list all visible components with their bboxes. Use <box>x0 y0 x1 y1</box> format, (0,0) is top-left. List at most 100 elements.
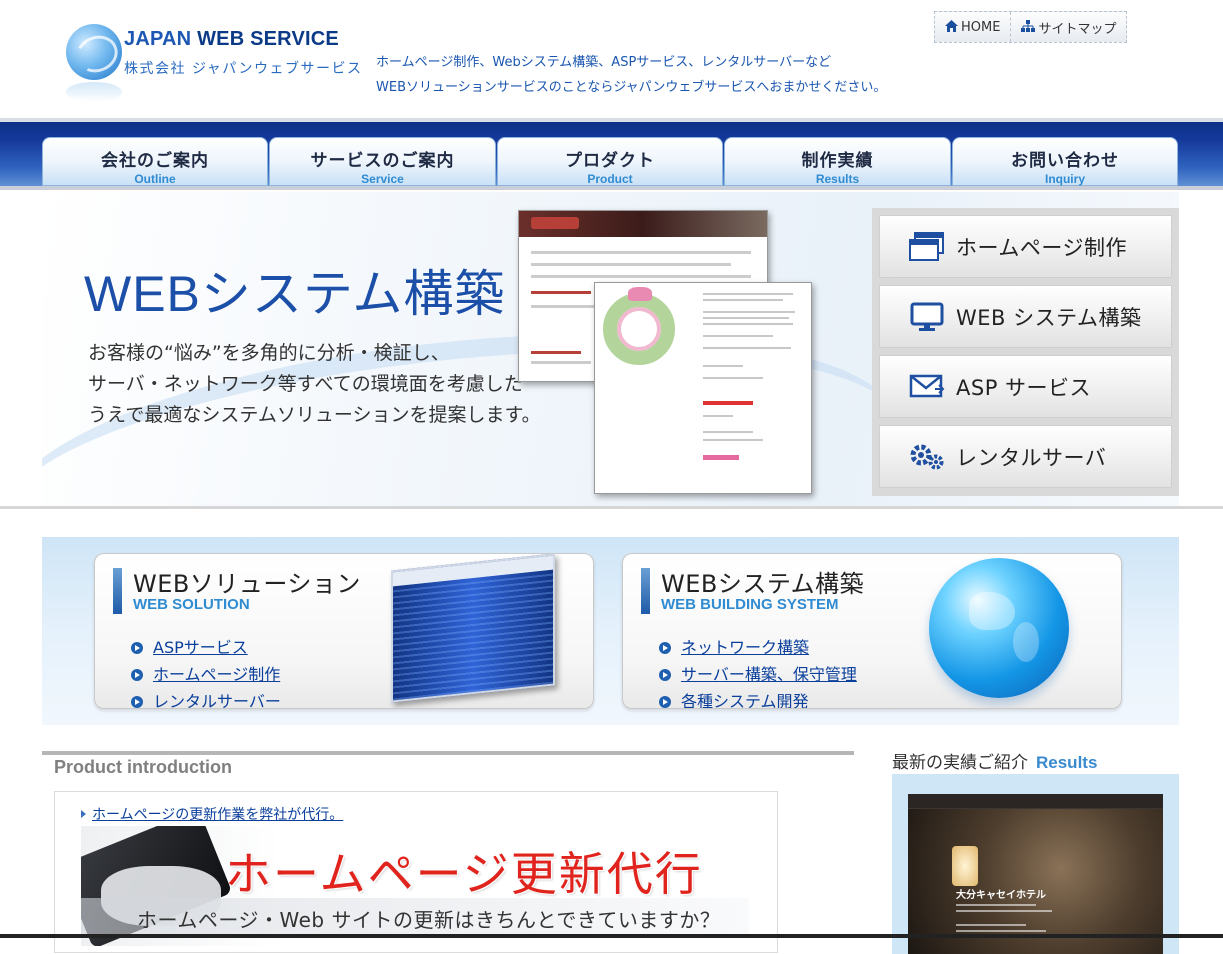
list-item: ホームページ制作 <box>131 661 281 688</box>
arrow-bullet-icon <box>131 641 143 654</box>
link-system-development[interactable]: 各種システム開発 <box>681 688 809 708</box>
side-button-label: ASP サービス <box>956 375 1092 400</box>
hero-description-line: お客様の“悩み”を多角的に分析・検証し、 <box>88 342 450 364</box>
triangle-bullet-icon <box>81 810 86 818</box>
list-item: レンタルサーバー <box>131 688 281 708</box>
main-nav-bar: 会社のご案内 Outline サービスのご案内 Service プロダクト Pr… <box>0 118 1223 190</box>
link-network-construction[interactable]: ネットワーク構築 <box>681 634 809 661</box>
hero-description-line: うえで最適なシステムソリューションを提案します。 <box>88 404 541 426</box>
site-logo[interactable]: JAPAN WEB SERVICE 株式会社 ジャパンウェブサービス <box>66 24 361 102</box>
list-item: ASPサービス <box>131 634 281 661</box>
nav-tab-label: お問い合わせ <box>1011 151 1119 171</box>
logo-globe-icon <box>66 24 122 80</box>
list-item: 各種システム開発 <box>659 688 857 708</box>
side-button-rental-server[interactable]: レンタルサーバ <box>879 425 1172 488</box>
results-screenshot-title: 大分キャセイホテル <box>956 890 1046 901</box>
nav-tab-outline[interactable]: 会社のご案内 Outline <box>42 137 268 186</box>
window-bottom-edge <box>0 934 1223 938</box>
nav-tab-sublabel: Inquiry <box>1044 172 1085 186</box>
tagline-line-2: WEBソリューションサービスのことならジャパンウェブサービスへおまかせください。 <box>376 80 887 95</box>
side-button-homepage[interactable]: ホームページ制作 <box>879 215 1172 278</box>
nav-tab-sublabel: Service <box>361 172 404 186</box>
product-box: ホームページの更新作業を弊社が代行。 ホームページ更新代行 ホームページ・Web… <box>54 791 778 953</box>
code-screen-illustration <box>391 554 555 703</box>
hotel-room-image <box>908 809 1163 954</box>
monitor-icon <box>908 302 946 332</box>
section-divider <box>0 506 1223 509</box>
site-tagline: ホームページ制作、Webシステム構築、ASPサービス、レンタルサーバーなど WE… <box>376 50 886 100</box>
utility-nav: HOME サイトマップ <box>934 11 1128 43</box>
sitemap-link-label: サイトマップ <box>1038 21 1117 37</box>
sitemap-link[interactable]: サイトマップ <box>1011 12 1126 42</box>
service-side-menu: ホームページ制作 WEB システム構築 ASP サービス レンタルサーバ <box>872 208 1179 496</box>
mail-icon <box>908 373 946 401</box>
homepage-update-banner[interactable]: ホームページ更新代行 ホームページ・Web サイトの更新はきちんとできていますか… <box>81 826 749 946</box>
card-marker <box>113 568 122 614</box>
side-button-label: レンタルサーバ <box>956 445 1107 470</box>
wreath-image <box>603 293 675 365</box>
hero-description: お客様の“悩み”を多角的に分析・検証し、 サーバ・ネットワーク等すべての環境面を… <box>88 338 541 431</box>
banner-subtitle: ホームページ・Web サイトの更新はきちんとできていますか？ <box>137 908 721 932</box>
logo-reflection <box>66 82 122 102</box>
logo-english-name: JAPAN WEB SERVICE <box>124 28 339 50</box>
logo-japanese-name: 株式会社 ジャパンウェブサービス <box>124 61 363 77</box>
solutions-band: WEBソリューション WEB SOLUTION ASPサービス ホームページ制作… <box>42 537 1179 725</box>
product-section-header: Product introduction <box>42 751 854 785</box>
web-solution-card: WEBソリューション WEB SOLUTION ASPサービス ホームページ制作… <box>94 553 594 709</box>
card-marker <box>641 568 650 614</box>
tagline-line-1: ホームページ制作、Webシステム構築、ASPサービス、レンタルサーバーなど <box>376 55 832 70</box>
lamp-image <box>952 846 978 886</box>
link-rental-server[interactable]: レンタルサーバー <box>153 688 281 708</box>
list-item: ネットワーク構築 <box>659 634 857 661</box>
arrow-bullet-icon <box>131 668 143 681</box>
nav-tab-sublabel: Results <box>815 172 860 186</box>
nav-tab-sublabel: Product <box>587 172 633 186</box>
card-title: WEBシステム構築 <box>661 570 865 598</box>
banner-title: ホームページ更新代行 <box>225 847 703 901</box>
side-button-label: WEB システム構築 <box>956 305 1142 330</box>
product-update-link[interactable]: ホームページの更新作業を弊社が代行。 <box>81 804 343 824</box>
results-box: 大分キャセイホテル <box>892 774 1179 954</box>
arrow-bullet-icon <box>659 668 671 681</box>
arrow-bullet-icon <box>659 641 671 654</box>
results-header: 最新の実績ご紹介 Results <box>892 748 1097 773</box>
card-link-list: ネットワーク構築 サーバー構築、保守管理 各種システム開発 <box>659 634 857 708</box>
card-title: WEBソリューション <box>133 570 361 598</box>
link-server-maintenance[interactable]: サーバー構築、保守管理 <box>681 661 857 688</box>
product-section-title: Product introduction <box>54 757 232 777</box>
nav-tab-label: 会社のご案内 <box>101 151 209 171</box>
globe-illustration <box>929 558 1069 698</box>
web-system-card: WEBシステム構築 WEB BUILDING SYSTEM ネットワーク構築 サ… <box>622 553 1122 709</box>
link-homepage-production[interactable]: ホームページ制作 <box>153 661 280 688</box>
arrow-bullet-icon <box>659 695 671 708</box>
nav-tab-label: プロダクト <box>565 151 655 171</box>
side-button-web-system[interactable]: WEB システム構築 <box>879 285 1172 348</box>
nav-tab-results[interactable]: 制作実績 Results <box>724 137 951 186</box>
nav-tab-product[interactable]: プロダクト Product <box>497 137 723 186</box>
home-link[interactable]: HOME <box>935 12 1012 42</box>
gears-icon <box>908 442 946 472</box>
side-button-asp[interactable]: ASP サービス <box>879 355 1172 418</box>
home-icon <box>945 19 958 35</box>
link-asp-service[interactable]: ASPサービス <box>153 634 248 661</box>
hero-title: WEBシステム構築 <box>84 266 506 322</box>
results-title: 最新の実績ご紹介 <box>892 753 1028 773</box>
nav-tab-service[interactable]: サービスのご案内 Service <box>269 137 496 186</box>
wreath-bow <box>628 287 652 301</box>
card-subtitle: WEB BUILDING SYSTEM <box>661 596 839 613</box>
list-item: サーバー構築、保守管理 <box>659 661 857 688</box>
browser-windows-icon <box>908 231 946 262</box>
product-update-link-label: ホームページの更新作業を弊社が代行。 <box>92 807 344 823</box>
nav-tab-inquiry[interactable]: お問い合わせ Inquiry <box>952 137 1178 186</box>
side-button-label: ホームページ制作 <box>956 235 1127 260</box>
results-title-en: Results <box>1036 753 1098 772</box>
card-link-list: ASPサービス ホームページ制作 レンタルサーバー <box>131 634 281 708</box>
hero-description-line: サーバ・ネットワーク等すべての環境面を考慮した <box>88 373 523 395</box>
sitemap-icon <box>1021 19 1036 35</box>
nav-tab-sublabel: Outline <box>134 172 176 186</box>
nav-tab-label: 制作実績 <box>801 151 874 171</box>
arrow-bullet-icon <box>131 695 143 708</box>
nav-tab-label: サービスのご案内 <box>310 151 455 171</box>
results-screenshot[interactable]: 大分キャセイホテル <box>908 794 1163 954</box>
home-link-label: HOME <box>961 19 1001 35</box>
